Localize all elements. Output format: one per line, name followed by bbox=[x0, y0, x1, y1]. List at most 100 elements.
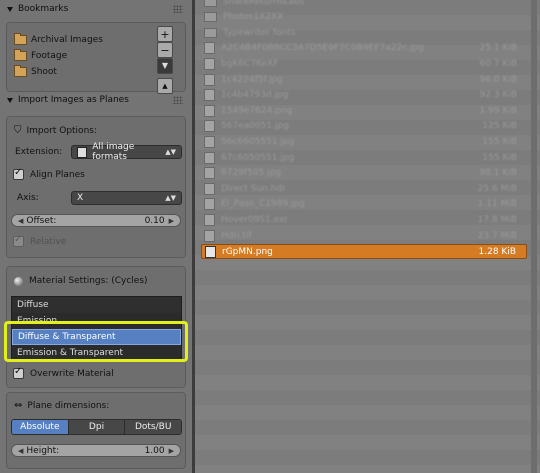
file-size: 60.7 KiB bbox=[479, 58, 517, 69]
file-size: 1.99 KiB bbox=[479, 105, 517, 116]
file-row[interactable]: A2C4B4F0B8CC3A7D5E9F7C0B9EF7a22c.jpg 25.1… bbox=[201, 41, 527, 56]
bookmark-item[interactable]: Archival Images bbox=[14, 33, 103, 47]
file-name: Typewriter fonts bbox=[223, 27, 296, 38]
height-value: 1.00 bbox=[144, 445, 165, 456]
import-panel-header[interactable]: Import Images as Planes bbox=[3, 93, 185, 107]
offset-label: Offset: bbox=[26, 215, 57, 226]
image-file-icon bbox=[204, 73, 215, 86]
file-name: 6729f505.jpg bbox=[221, 168, 282, 179]
expand-triangle-icon bbox=[7, 97, 13, 103]
folder-icon bbox=[14, 65, 27, 77]
checkbox-icon bbox=[13, 234, 24, 247]
offset-field[interactable]: ◀ Offset: 0.10 ▶ bbox=[11, 214, 181, 227]
decrement-arrow-icon[interactable]: ◀ bbox=[18, 447, 23, 455]
file-size: 23.7 MiB bbox=[477, 230, 517, 241]
file-name: ShareReturnsLabs bbox=[223, 0, 305, 7]
remove-bookmark-button[interactable]: − bbox=[157, 42, 173, 58]
plane-dimensions-title: Plane dimensions: bbox=[27, 400, 110, 411]
image-file-icon bbox=[204, 198, 215, 211]
bookmark-item[interactable]: Footage bbox=[14, 49, 67, 63]
file-row[interactable]: 567ea0051.jpg 125 KiB bbox=[201, 119, 527, 134]
overwrite-material-label: Overwrite Material bbox=[30, 368, 114, 379]
axis-row: Axis: bbox=[17, 193, 39, 203]
yellow-highlight-annotation bbox=[4, 321, 188, 362]
file-row[interactable]: 1549e7624.png 1.99 KiB bbox=[201, 103, 527, 118]
align-planes-checkbox[interactable]: Align Planes bbox=[13, 167, 85, 180]
folder-row[interactable]: Photos1X2XX bbox=[201, 10, 527, 25]
file-row[interactable]: 67c6050551.jpg 155 KiB bbox=[201, 150, 527, 165]
file-row[interactable]: 1c4224f5f.jpg 96.0 KiB bbox=[201, 72, 527, 87]
file-name: 67c6050551.jpg bbox=[221, 152, 295, 163]
file-row[interactable]: El_Paso_C1989.jpg 1.11 MiB bbox=[201, 197, 527, 212]
file-name: Photos1X2XX bbox=[223, 12, 284, 23]
scrollbar[interactable] bbox=[531, 0, 537, 473]
file-row[interactable]: Hover09S1.exr 17.8 MiB bbox=[201, 212, 527, 227]
collapse-up-button[interactable]: ▲ bbox=[157, 78, 173, 94]
drag-grip-icon[interactable] bbox=[173, 5, 183, 13]
image-file-icon bbox=[204, 182, 215, 195]
file-name: 56c6605551.jpg bbox=[221, 136, 295, 147]
add-bookmark-button[interactable]: + bbox=[157, 26, 173, 42]
axis-label: Axis: bbox=[17, 193, 39, 203]
image-file-icon bbox=[204, 89, 215, 102]
resize-arrows-icon: ⇔ bbox=[14, 400, 23, 411]
folder-icon bbox=[204, 27, 217, 38]
file-size: 1.11 MiB bbox=[477, 199, 517, 210]
shader-option-diffuse[interactable]: Diffuse bbox=[12, 297, 181, 313]
file-row[interactable]: 1c4b4793d.jpg 92.3 KiB bbox=[201, 88, 527, 103]
overwrite-material-checkbox[interactable]: Overwrite Material bbox=[13, 366, 114, 379]
extension-value: All image formats bbox=[92, 142, 135, 162]
folder-row[interactable]: Typewriter fonts bbox=[201, 25, 527, 40]
file-size: 25.6 MiB bbox=[477, 183, 517, 194]
folder-row[interactable]: ShareReturnsLabs bbox=[201, 0, 527, 9]
image-file-icon bbox=[204, 42, 215, 55]
axis-dropdown[interactable]: X ▲▼ bbox=[71, 191, 182, 205]
file-size: 125 KiB bbox=[482, 121, 517, 132]
relative-checkbox[interactable]: Relative bbox=[13, 234, 67, 247]
checkbox-icon bbox=[13, 366, 24, 379]
increment-arrow-icon[interactable]: ▶ bbox=[169, 217, 174, 225]
drag-grip-icon[interactable] bbox=[173, 96, 183, 104]
mode-dpi-button[interactable]: Dpi bbox=[68, 420, 126, 434]
extension-dropdown[interactable]: All image formats ▲▼ bbox=[71, 142, 182, 162]
file-name: El_Paso_C1989.jpg bbox=[221, 199, 305, 210]
material-settings-title: Material Settings: (Cycles) bbox=[29, 276, 148, 286]
file-name: rGpMN.png bbox=[222, 246, 273, 257]
dimension-mode-selector: Absolute Dpi Dots/BU bbox=[11, 419, 182, 435]
image-file-icon bbox=[204, 57, 215, 70]
file-size: 155 KiB bbox=[482, 152, 517, 163]
bookmark-item[interactable]: Shoot bbox=[14, 65, 57, 79]
folder-icon bbox=[204, 12, 217, 23]
axis-value: X bbox=[77, 193, 84, 203]
file-name: Hdri.tif bbox=[221, 230, 252, 241]
image-file-icon bbox=[204, 167, 215, 180]
bookmarks-panel-header[interactable]: Bookmarks bbox=[3, 2, 185, 16]
file-row[interactable]: bgK6C7KeXF 60.7 KiB bbox=[201, 56, 527, 71]
material-sphere-icon bbox=[14, 276, 23, 286]
relative-label: Relative bbox=[30, 236, 67, 247]
image-file-icon bbox=[204, 213, 215, 226]
image-file-icon bbox=[204, 104, 215, 117]
file-size: 25.1 KiB bbox=[479, 43, 517, 54]
tool-panel: Bookmarks Archival Images Footage Shoot … bbox=[0, 0, 192, 473]
image-file-icon bbox=[204, 135, 215, 148]
plane-dimensions-header: ⇔ Plane dimensions: bbox=[14, 400, 109, 411]
file-row[interactable]: rGpMN.png 1.28 KiB bbox=[201, 244, 527, 259]
folder-icon bbox=[14, 49, 27, 61]
file-row[interactable]: Direct Sun.hdr 25.6 MiB bbox=[201, 181, 527, 196]
bookmark-menu-button[interactable]: ▼ bbox=[157, 58, 173, 74]
checkbox-icon bbox=[13, 167, 24, 180]
mode-absolute-button[interactable]: Absolute bbox=[12, 420, 69, 434]
increment-arrow-icon[interactable]: ▶ bbox=[169, 447, 174, 455]
extension-row: Extension: bbox=[15, 147, 62, 157]
decrement-arrow-icon[interactable]: ◀ bbox=[18, 217, 23, 225]
filter-icon: ⛉ bbox=[14, 125, 22, 136]
mode-dots-bu-button[interactable]: Dots/BU bbox=[125, 420, 181, 434]
height-field[interactable]: ◀ Height: 1.00 ▶ bbox=[11, 444, 181, 457]
file-row[interactable]: 6729f505.jpg 98.1 KiB bbox=[201, 166, 527, 181]
updown-arrow-icon: ▲▼ bbox=[165, 194, 176, 202]
file-row[interactable]: 56c6605551.jpg 155 KiB bbox=[201, 134, 527, 149]
file-name: 1c4224f5f.jpg bbox=[221, 74, 283, 85]
file-name: Hover09S1.exr bbox=[221, 214, 288, 225]
file-row[interactable]: Hdri.tif 23.7 MiB bbox=[201, 228, 527, 243]
